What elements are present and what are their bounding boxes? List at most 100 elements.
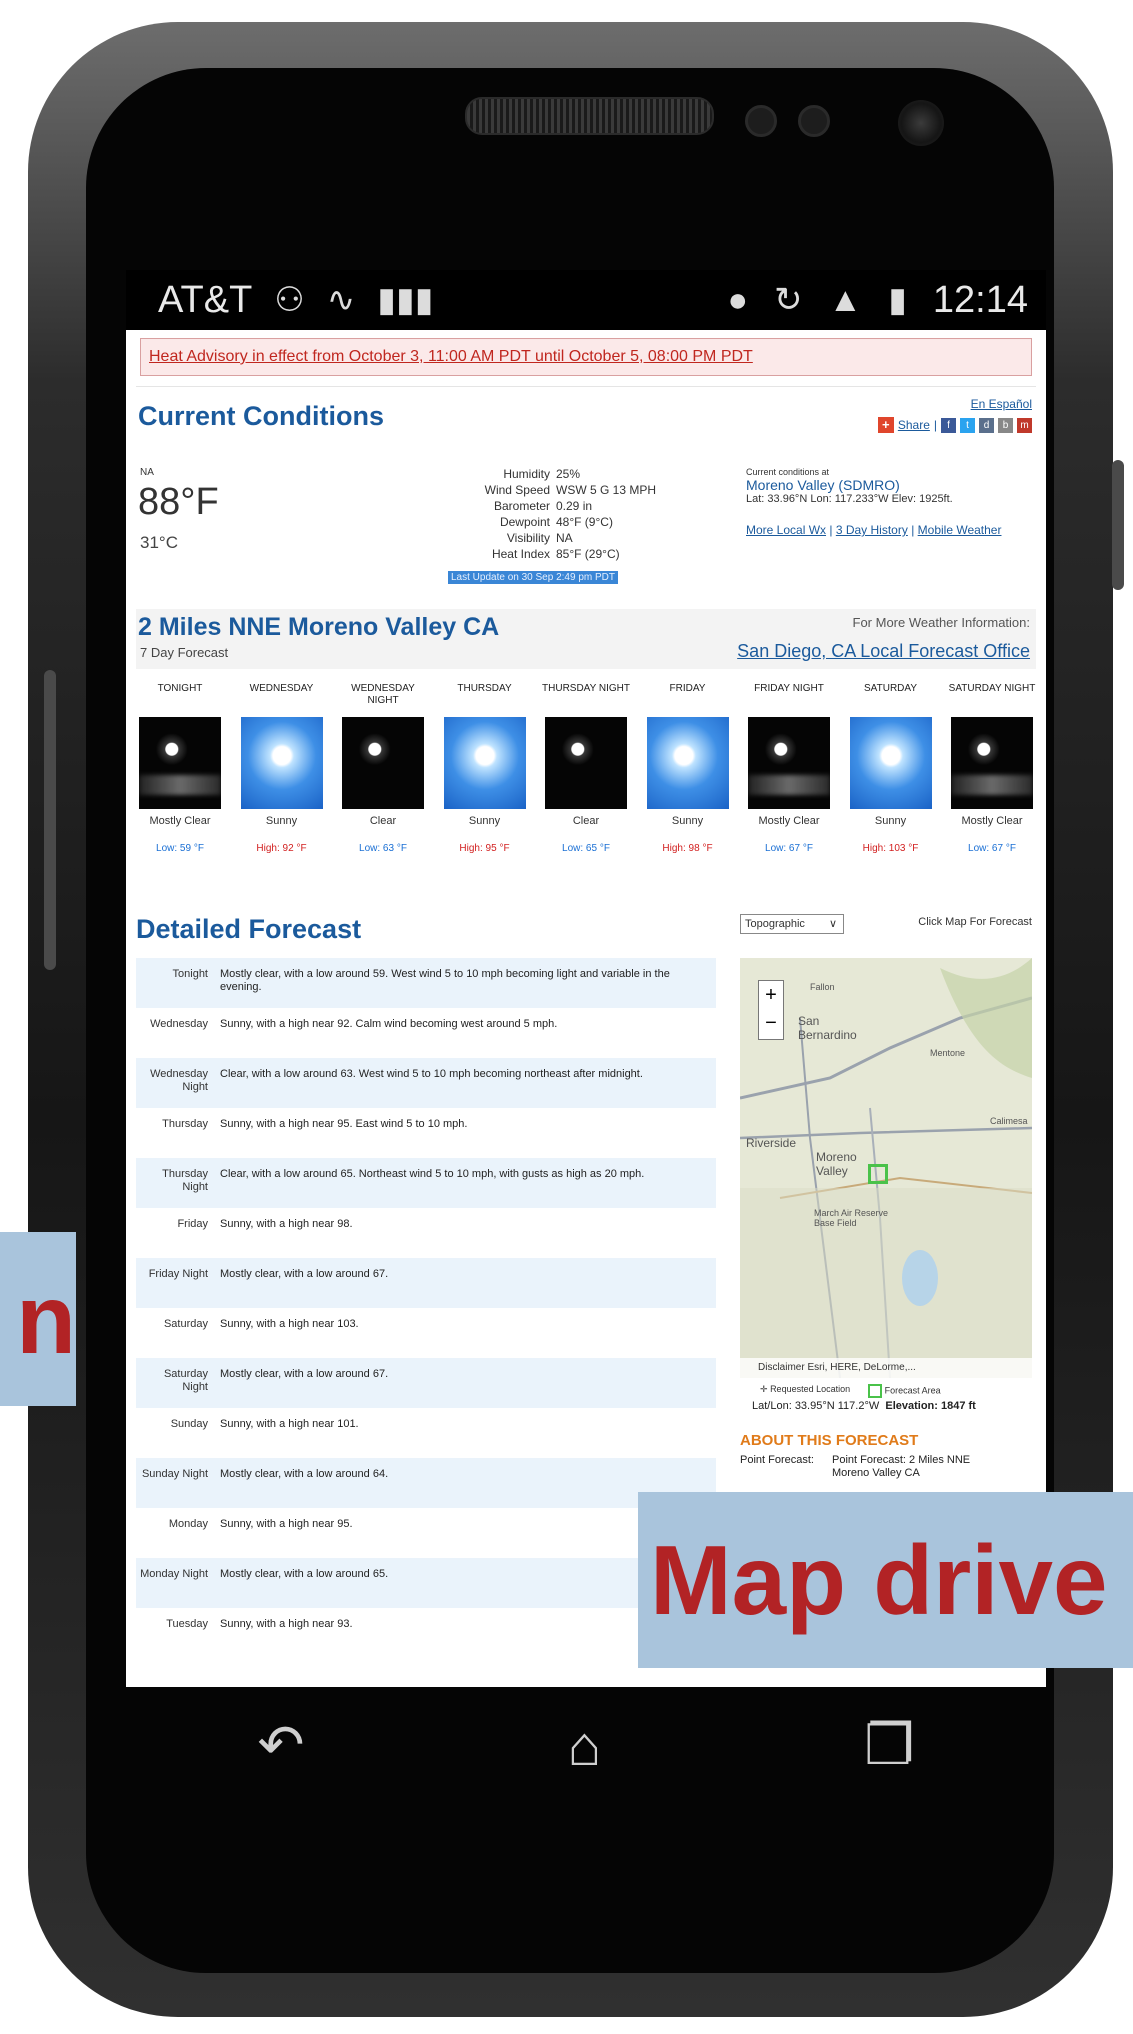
forecast-period[interactable]: SATURDAY Sunny High: 103 °F	[847, 683, 935, 854]
elevation: Elevation: 1847 ft	[885, 1400, 976, 1412]
detail-row: Wind Speed WSW 5 G 13 MPH	[446, 483, 656, 499]
forecast-area-marker	[868, 1164, 888, 1184]
location-pin-icon: ●	[727, 280, 749, 319]
df-text: Sunny, with a high near 92. Calm wind be…	[220, 1018, 558, 1030]
period-name: SATURDAY	[864, 683, 917, 694]
share-divider: |	[933, 418, 937, 432]
detail-value: NA	[556, 531, 573, 545]
bookmark-icon[interactable]: b	[998, 417, 1013, 433]
map-label: Calimesa	[990, 1116, 1028, 1126]
detail-label: Heat Index	[491, 547, 550, 561]
conditions-details: Humidity 25% Wind Speed WSW 5 G 13 MPH Bar…	[446, 467, 656, 563]
detailed-forecast-row: Friday Night Mostly clear, with a low aro…	[136, 1258, 716, 1308]
twitter-icon[interactable]: t	[960, 417, 975, 433]
map-label: Mentone	[930, 1048, 966, 1058]
more-local-wx-link[interactable]: More Local Wx	[746, 523, 826, 537]
df-label: Tonight	[172, 968, 208, 980]
forecast-period[interactable]: THURSDAY Sunny High: 95 °F	[441, 683, 529, 854]
map-attribution[interactable]: Disclaimer Esri, HERE, DeLorme,...	[740, 1358, 1032, 1378]
forecast-period[interactable]: SATURDAY NIGHT Mostly Clear Low: 67 °F	[948, 683, 1036, 854]
digg-icon[interactable]: d	[979, 417, 994, 433]
forecast-area-icon	[868, 1384, 883, 1398]
facebook-icon[interactable]: f	[941, 417, 956, 433]
legend-area-label: Forecast Area	[884, 1385, 941, 1396]
espanol-link[interactable]: En Español	[971, 397, 1032, 411]
heat-advisory-link[interactable]: Heat Advisory in effect from October 3, …	[149, 348, 753, 366]
three-day-history-link[interactable]: 3 Day History	[836, 523, 908, 537]
condition-text: NA	[140, 467, 154, 478]
period-short: Mostly Clear	[758, 815, 820, 827]
detail-value: 0.29 in	[556, 499, 593, 513]
about-forecast-title: ABOUT THIS FORECAST	[740, 1432, 919, 1449]
forecast-period[interactable]: WEDNESDAY Sunny High: 92 °F	[238, 683, 326, 854]
nfc-icon: ∿	[326, 281, 356, 319]
back-icon[interactable]: ↶	[258, 1712, 305, 1778]
df-label: Friday	[177, 1218, 208, 1230]
detailed-forecast-row: Wednesday Night Clear, with a low around …	[136, 1058, 716, 1108]
legend-requested-label: Requested Location	[770, 1384, 851, 1394]
period-name: FRIDAY NIGHT	[754, 683, 824, 694]
forecast-period[interactable]: THURSDAY NIGHT Clear Low: 65 °F	[542, 683, 630, 854]
detailed-forecast-row: Sunday Night Mostly clear, with a low aro…	[136, 1458, 716, 1508]
share-link[interactable]: Share	[898, 418, 930, 432]
forecast-period[interactable]: TONIGHT Mostly Clear Low: 59 °F	[136, 683, 224, 854]
forecast-map[interactable]: + − Fallon San Bernardino Mentone Riversi…	[740, 958, 1032, 1378]
last-update-link[interactable]: Last Update on 30 Sep 2:49 pm PDT	[448, 571, 618, 584]
status-bar: AT&T ⚇ ∿ ▮▮▮ ● ↻ ▲ ▮ 12:14	[126, 270, 1046, 330]
period-short: Clear	[369, 815, 397, 827]
contacts-icon: ⚇	[274, 281, 305, 319]
map-label: San Bernardino	[798, 1014, 857, 1042]
rotation-lock-icon: ↻	[774, 281, 803, 319]
period-temp: High: 98 °F	[662, 843, 713, 854]
night-icon	[951, 717, 1033, 809]
df-label: Friday Night	[148, 1268, 208, 1280]
forecast-period[interactable]: FRIDAY NIGHT Mostly Clear Low: 67 °F	[745, 683, 833, 854]
detailed-forecast-row: Monday Sunny, with a high near 95.	[136, 1508, 716, 1558]
forecast-period[interactable]: WEDNESDAY NIGHT Clear Low: 63 °F	[339, 683, 427, 854]
earpiece-speaker	[465, 97, 714, 135]
mobile-weather-link[interactable]: Mobile Weather	[918, 523, 1002, 537]
home-icon[interactable]: ⌂	[567, 1713, 601, 1778]
map-zoom-control[interactable]: + −	[758, 980, 784, 1040]
forecast-period[interactable]: FRIDAY Sunny High: 98 °F	[644, 683, 732, 854]
clock: 12:14	[932, 278, 1028, 321]
df-text: Mostly clear, with a low around 67.	[220, 1268, 389, 1280]
station-info: Current conditions at Moreno Valley (SDM…	[746, 467, 1001, 537]
recent-apps-icon[interactable]: ❐	[864, 1712, 914, 1778]
temperature-c: 31°C	[140, 533, 178, 552]
df-text: Clear, with a low around 63. West wind 5…	[220, 1068, 643, 1080]
forecast-office-link[interactable]: San Diego, CA Local Forecast Office	[737, 641, 1030, 662]
sun-icon	[443, 717, 526, 809]
station-name-link[interactable]: Moreno Valley (SDMRO)	[746, 477, 1001, 493]
map-type-value: Topographic	[745, 918, 805, 930]
df-label: Wednesday	[150, 1018, 208, 1030]
android-nav-bar: ↶ ⌂ ❐	[126, 1690, 1046, 1800]
volume-button	[44, 670, 56, 970]
map-label: Riverside	[746, 1136, 797, 1150]
night-icon	[545, 717, 627, 809]
detailed-forecast-row: Tonight Mostly clear, with a low around 5…	[136, 958, 716, 1008]
detailed-forecast-row: Monday Night Mostly clear, with a low aro…	[136, 1558, 716, 1608]
heat-advisory-banner: Heat Advisory in effect from October 3, …	[140, 338, 1032, 376]
df-label: Thursday Night	[162, 1168, 208, 1193]
share-plus-icon[interactable]: +	[877, 417, 894, 433]
share-row: + Share | f t d b m	[877, 417, 1032, 433]
crosshair-icon: ✛	[760, 1384, 768, 1394]
detail-value: 48°F (9°C)	[556, 515, 613, 529]
detail-row: Barometer 0.29 in	[446, 499, 656, 515]
detailed-forecast-row: Wednesday Sunny, with a high near 92. Cal…	[136, 1008, 716, 1058]
detailed-forecast-row: Tuesday Sunny, with a high near 93.	[136, 1608, 716, 1658]
email-icon[interactable]: m	[1017, 417, 1032, 433]
detail-label: Visibility	[506, 531, 550, 545]
detail-row: Humidity 25%	[446, 467, 656, 483]
map-type-select[interactable]: Topographic ∨	[740, 914, 844, 934]
period-name: SATURDAY NIGHT	[948, 683, 1036, 694]
df-label: Monday Night	[140, 1568, 208, 1580]
web-page: Heat Advisory in effect from October 3, …	[126, 330, 1046, 1687]
power-button	[1112, 460, 1124, 590]
period-temp: High: 103 °F	[862, 843, 919, 854]
period-name: THURSDAY	[457, 683, 512, 694]
about-label: Point Forecast:	[740, 1454, 814, 1466]
detail-value: WSW 5 G 13 MPH	[556, 483, 657, 497]
wifi-signal-icon: ▲	[828, 280, 863, 319]
